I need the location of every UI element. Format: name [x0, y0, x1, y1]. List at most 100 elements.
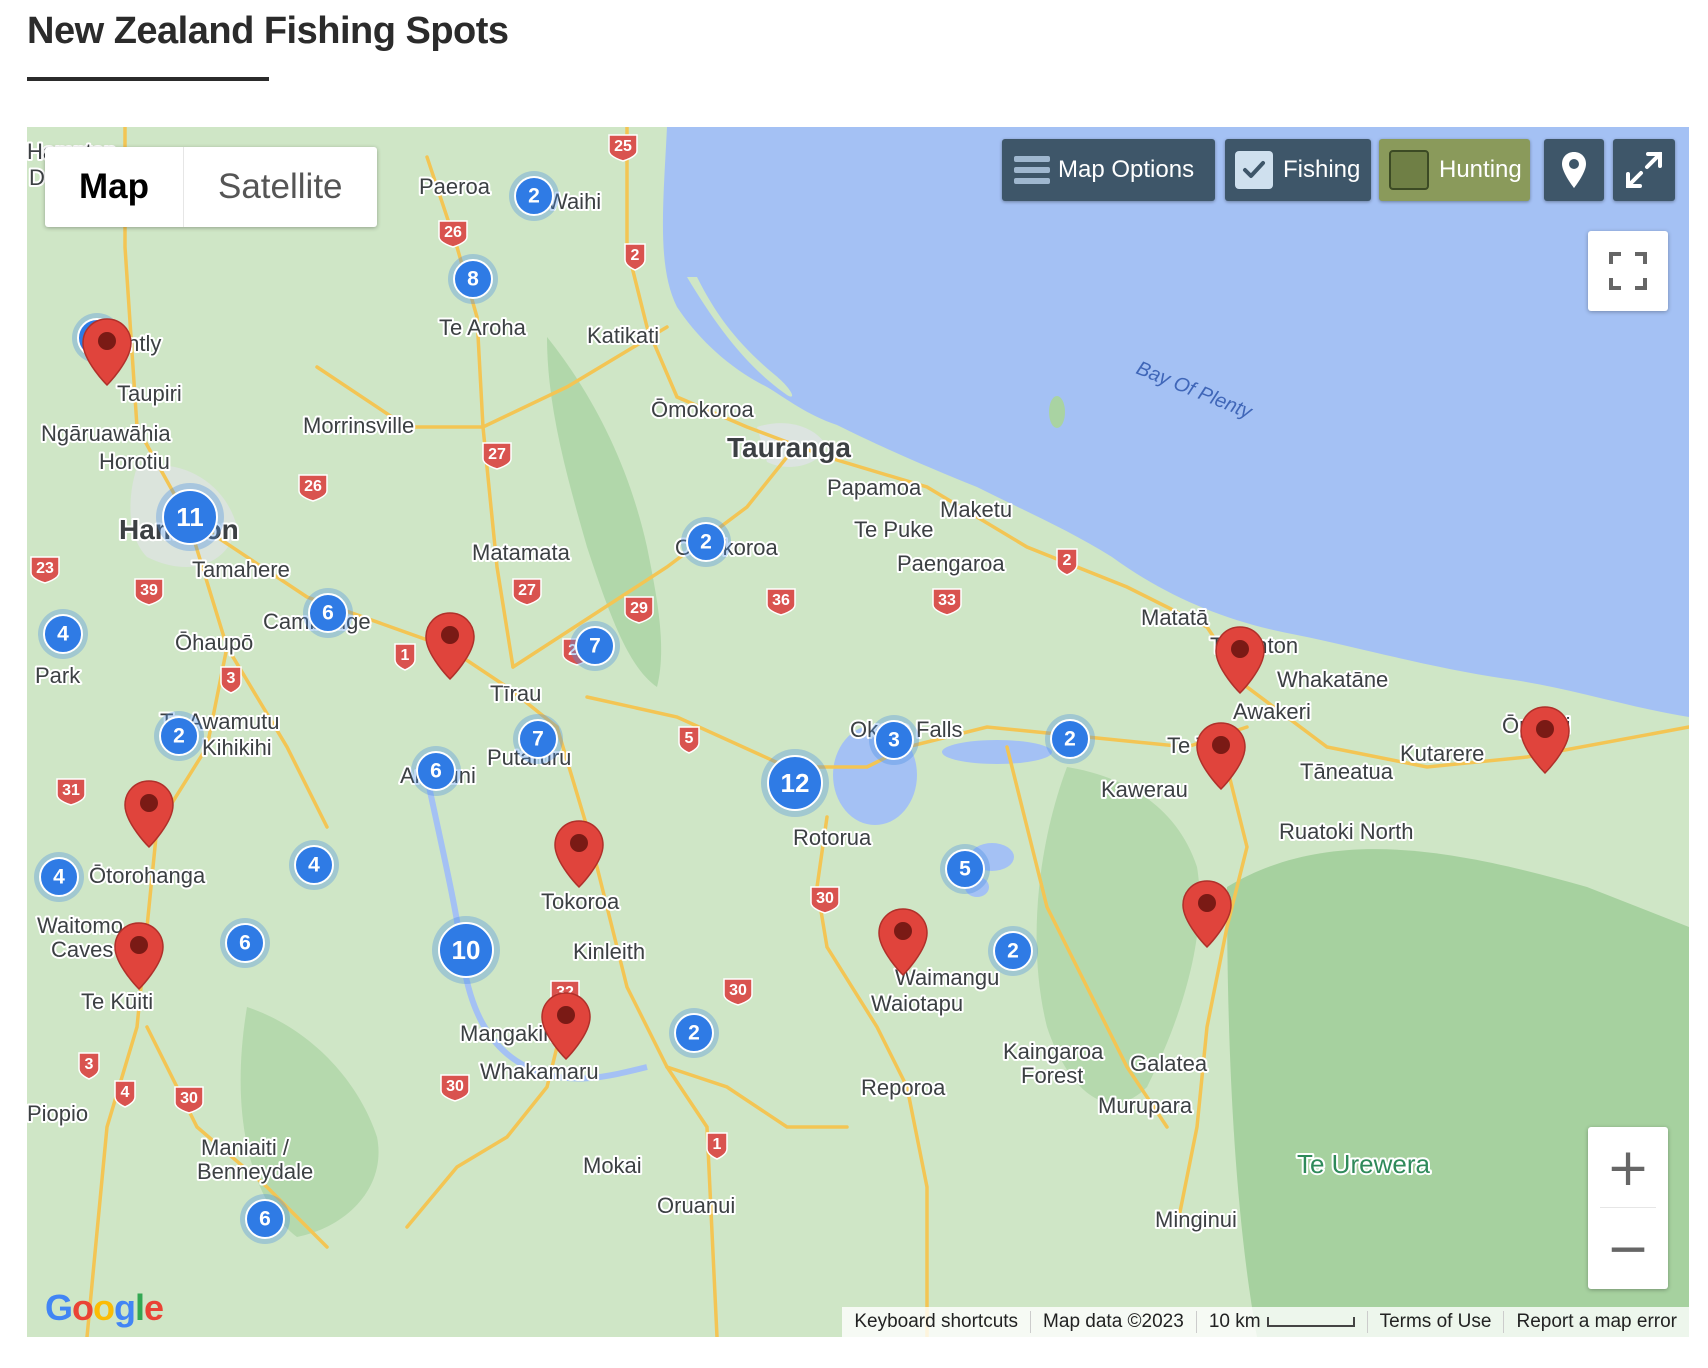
highway-shield: 30	[174, 1086, 204, 1114]
place-label: Waiotapu	[871, 991, 963, 1016]
place-label: Matamata	[472, 540, 571, 565]
highway-number: 31	[62, 782, 80, 799]
highway-shield: 3	[78, 1052, 100, 1080]
fishing-spot-pin[interactable]	[541, 992, 591, 1061]
highway-number: 39	[140, 582, 158, 599]
highway-number: 27	[488, 446, 506, 463]
fishing-spot-pin[interactable]	[114, 922, 164, 991]
pin-center-dot	[1198, 894, 1216, 912]
highway-shield: 1	[706, 1132, 728, 1160]
cluster-count: 10	[452, 935, 481, 965]
highway-shield: 36	[766, 588, 796, 616]
highway-number: 26	[304, 478, 322, 495]
place-label: Reporoa	[861, 1075, 946, 1100]
pin-center-dot	[1536, 720, 1554, 738]
map-type-control: Map Satellite	[45, 147, 377, 227]
marker-cluster[interactable]: 5	[940, 844, 990, 894]
zoom-in-button[interactable]: +	[1588, 1127, 1668, 1208]
fishing-spot-pin[interactable]	[1215, 626, 1265, 695]
map-options-button[interactable]: Map Options	[1002, 139, 1215, 201]
terms-link[interactable]: Terms of Use	[1366, 1311, 1504, 1333]
zoom-divider	[1600, 1207, 1656, 1208]
fishing-spot-pin[interactable]	[124, 780, 174, 849]
highway-number: 29	[630, 600, 648, 617]
marker-cluster[interactable]: 2	[1045, 714, 1095, 764]
highway-shield: 27	[482, 442, 512, 470]
marker-cluster[interactable]: 10	[432, 916, 500, 984]
marker-cluster[interactable]: 2	[988, 926, 1038, 976]
cluster-count: 11	[176, 502, 204, 532]
map-attribution: Keyboard shortcuts Map data ©2023 10 km …	[842, 1307, 1689, 1337]
marker-cluster[interactable]: 4	[34, 852, 84, 902]
map-type-map-button[interactable]: Map	[45, 147, 183, 227]
map-graphics: 2526227262339273633229281353130323034303…	[27, 127, 1689, 1337]
highway-shield: 31	[56, 778, 86, 806]
marker-cluster[interactable]: 6	[303, 588, 353, 638]
marker-cluster[interactable]: 7	[513, 714, 563, 764]
checkbox-checked-icon[interactable]	[1235, 151, 1273, 189]
place-label: Ōtorohanga	[89, 863, 206, 888]
title-underline	[27, 77, 269, 81]
marker-cluster[interactable]: 8	[448, 254, 498, 304]
google-logo: Google	[45, 1287, 164, 1328]
highway-number: 1	[401, 647, 410, 664]
hunting-label: Hunting	[1439, 156, 1522, 183]
checkbox-unchecked-icon[interactable]	[1389, 150, 1429, 190]
marker-cluster[interactable]: 2	[681, 517, 731, 567]
cluster-count: 2	[1064, 728, 1076, 751]
place-label: Paeroa	[419, 174, 491, 199]
fishing-spot-pin[interactable]	[554, 820, 604, 889]
pin-marker-icon	[124, 780, 174, 849]
map-canvas[interactable]: 2526227262339273633229281353130323034303…	[27, 127, 1689, 1337]
fishing-toggle[interactable]: Fishing	[1225, 139, 1371, 201]
place-label: Forest	[1021, 1063, 1083, 1088]
place-label: Waitomo	[37, 913, 123, 938]
zoom-out-button[interactable]: −	[1588, 1208, 1668, 1289]
cluster-count: 2	[700, 531, 712, 554]
fishing-spot-pin[interactable]	[1196, 722, 1246, 791]
highway-shield: 30	[440, 1074, 470, 1102]
cluster-count: 4	[53, 866, 65, 889]
place-label: Rotorua	[793, 825, 872, 850]
hunting-toggle[interactable]: Hunting	[1379, 139, 1530, 201]
expand-map-button[interactable]	[1613, 139, 1675, 201]
fishing-spot-pin[interactable]	[425, 612, 475, 681]
marker-cluster[interactable]: 3	[869, 715, 919, 765]
place-label: Tauranga	[727, 432, 851, 463]
highway-shield: 27	[512, 578, 542, 606]
place-label: Kawerau	[1101, 777, 1188, 802]
place-label: Kinleith	[573, 939, 645, 964]
place-label: Mokai	[583, 1153, 642, 1178]
scale-label: 10 km	[1208, 1311, 1261, 1332]
place-label: Murupara	[1098, 1093, 1193, 1118]
pin-marker-icon	[1196, 722, 1246, 791]
marker-cluster[interactable]: 7	[570, 621, 620, 671]
marker-cluster[interactable]: 2	[509, 171, 559, 221]
marker-cluster[interactable]: 2	[669, 1008, 719, 1058]
cluster-count: 2	[688, 1022, 700, 1045]
marker-cluster[interactable]: 4	[289, 840, 339, 890]
location-button[interactable]	[1544, 139, 1604, 201]
marker-cluster[interactable]: 11	[156, 483, 224, 551]
marker-cluster[interactable]: 4	[38, 609, 88, 659]
marker-cluster[interactable]: 6	[240, 1194, 290, 1244]
scale-indicator[interactable]: 10 km	[1195, 1311, 1367, 1333]
marker-cluster[interactable]: 6	[220, 918, 270, 968]
fullscreen-button[interactable]	[1588, 231, 1668, 311]
place-label: Galatea	[1130, 1051, 1208, 1076]
marker-cluster[interactable]: 6	[411, 746, 461, 796]
place-label: Tīrau	[490, 681, 541, 706]
cluster-count: 6	[239, 932, 251, 955]
fishing-spot-pin[interactable]	[82, 318, 132, 387]
highway-number: 30	[729, 982, 747, 999]
highway-shield: 4	[114, 1080, 136, 1108]
marker-cluster[interactable]: 12	[761, 749, 829, 817]
fishing-spot-pin[interactable]	[1520, 706, 1570, 775]
keyboard-shortcuts-link[interactable]: Keyboard shortcuts	[842, 1311, 1030, 1333]
cluster-count: 2	[173, 725, 185, 748]
map-type-satellite-button[interactable]: Satellite	[183, 147, 377, 227]
highway-shield: 29	[624, 596, 654, 624]
marker-cluster[interactable]: 2	[154, 711, 204, 761]
pin-marker-icon	[1520, 706, 1570, 775]
report-error-link[interactable]: Report a map error	[1503, 1311, 1689, 1333]
